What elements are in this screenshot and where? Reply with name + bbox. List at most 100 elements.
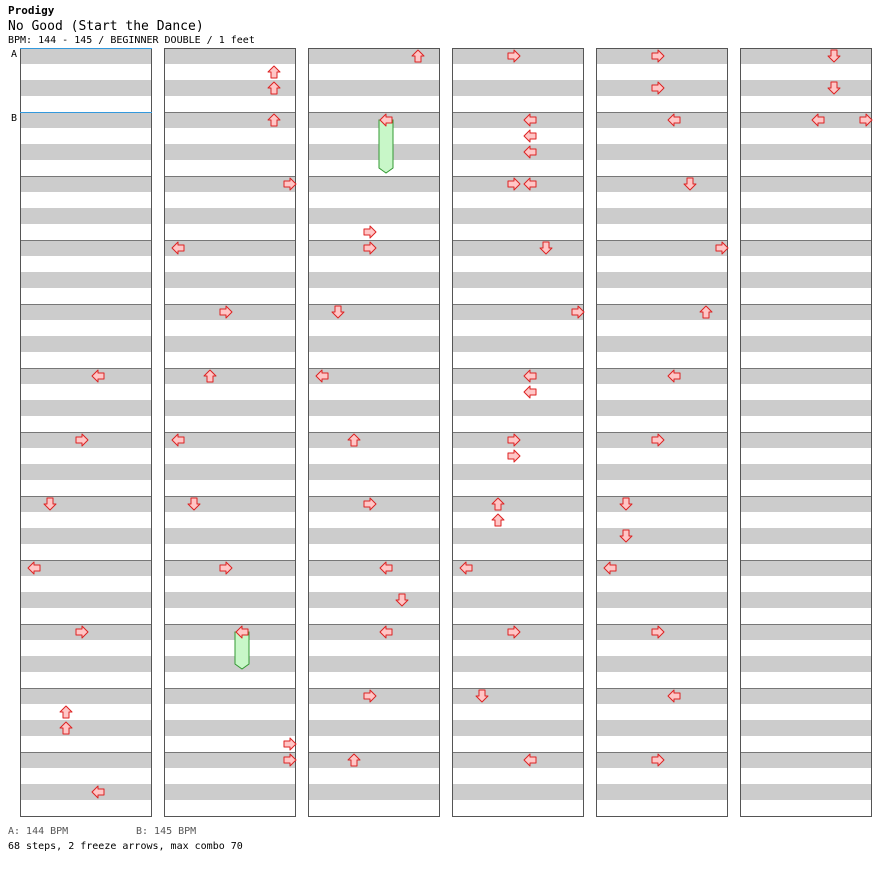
beat-stripe	[164, 688, 296, 704]
beat-stripe	[308, 128, 440, 144]
beat-stripe	[308, 544, 440, 560]
beat-stripe	[452, 320, 584, 336]
step-chart: AB	[11, 48, 873, 817]
beat-stripe	[164, 288, 296, 304]
beat-stripe	[20, 192, 152, 208]
beat-stripe	[308, 656, 440, 672]
beat-stripe	[596, 320, 728, 336]
beat-stripe	[740, 736, 872, 752]
beat-stripe	[452, 688, 584, 704]
beat-stripe	[596, 576, 728, 592]
beat-stripe	[452, 752, 584, 768]
beat-stripe	[596, 736, 728, 752]
beat-stripe	[164, 704, 296, 720]
beat-stripe	[164, 544, 296, 560]
beat-stripe	[452, 128, 584, 144]
beat-stripe	[20, 800, 152, 816]
beat-stripe	[452, 640, 584, 656]
beat-stripe	[308, 384, 440, 400]
beat-stripe	[596, 448, 728, 464]
beat-stripe	[308, 256, 440, 272]
beat-stripe	[308, 752, 440, 768]
beat-stripe	[164, 384, 296, 400]
beat-stripe	[740, 208, 872, 224]
beat-stripe	[20, 64, 152, 80]
beat-stripe	[164, 256, 296, 272]
beat-stripe	[740, 80, 872, 96]
beat-stripe	[20, 544, 152, 560]
beat-stripe	[452, 576, 584, 592]
beat-stripe	[20, 576, 152, 592]
beat-stripe	[164, 528, 296, 544]
beat-stripe	[164, 320, 296, 336]
beat-stripe	[308, 768, 440, 784]
beat-stripe	[596, 784, 728, 800]
beat-stripe	[596, 128, 728, 144]
beat-stripe	[740, 352, 872, 368]
beat-stripe	[740, 672, 872, 688]
beat-stripe	[164, 448, 296, 464]
beat-stripe	[596, 672, 728, 688]
beat-stripe	[740, 96, 872, 112]
beat-stripe	[308, 416, 440, 432]
beat-stripe	[20, 240, 152, 256]
beat-stripe	[740, 592, 872, 608]
beat-stripe	[452, 64, 584, 80]
beat-stripe	[452, 96, 584, 112]
beat-stripe	[740, 192, 872, 208]
beat-stripe	[308, 208, 440, 224]
beat-stripe	[164, 656, 296, 672]
beat-stripe	[596, 704, 728, 720]
beat-stripe	[740, 656, 872, 672]
beat-stripe	[452, 240, 584, 256]
beat-stripe	[20, 224, 152, 240]
chart-column-4	[452, 48, 584, 817]
beat-stripe	[740, 464, 872, 480]
beat-stripe	[596, 256, 728, 272]
beat-stripe	[596, 768, 728, 784]
beat-stripe	[596, 368, 728, 384]
beat-stripe	[596, 720, 728, 736]
beat-stripe	[164, 192, 296, 208]
bpm-a-legend: A: 144 BPM	[8, 826, 69, 837]
beat-stripe	[20, 512, 152, 528]
beat-stripe	[20, 160, 152, 176]
freeze-arrow-tail	[378, 119, 394, 174]
beat-stripe	[20, 400, 152, 416]
beat-stripe	[452, 208, 584, 224]
beat-stripe	[740, 784, 872, 800]
beat-stripe	[164, 400, 296, 416]
beat-stripe	[452, 400, 584, 416]
beat-stripe	[596, 64, 728, 80]
beat-stripe	[164, 144, 296, 160]
beat-stripe	[20, 416, 152, 432]
beat-stripe	[308, 592, 440, 608]
beat-stripe	[452, 160, 584, 176]
beat-stripe	[596, 336, 728, 352]
beat-stripe	[164, 160, 296, 176]
beat-stripe	[452, 544, 584, 560]
beat-stripe	[740, 480, 872, 496]
beat-stripe	[308, 800, 440, 816]
beat-stripe	[308, 576, 440, 592]
beat-stripe	[740, 576, 872, 592]
beat-stripe	[596, 96, 728, 112]
beat-stripe	[740, 224, 872, 240]
beat-stripe	[164, 496, 296, 512]
beat-stripe	[740, 384, 872, 400]
beat-stripe	[20, 720, 152, 736]
beat-stripe	[596, 112, 728, 128]
beat-stripe	[740, 496, 872, 512]
beat-stripe	[596, 544, 728, 560]
beat-stripe	[164, 720, 296, 736]
beat-stripe	[20, 48, 152, 64]
beat-stripe	[596, 528, 728, 544]
beat-stripe	[308, 736, 440, 752]
beat-stripe	[596, 688, 728, 704]
beat-stripe	[20, 480, 152, 496]
beat-stripe	[740, 768, 872, 784]
beat-stripe	[20, 208, 152, 224]
beat-stripe	[740, 400, 872, 416]
beat-stripe	[20, 176, 152, 192]
beat-stripe	[164, 48, 296, 64]
